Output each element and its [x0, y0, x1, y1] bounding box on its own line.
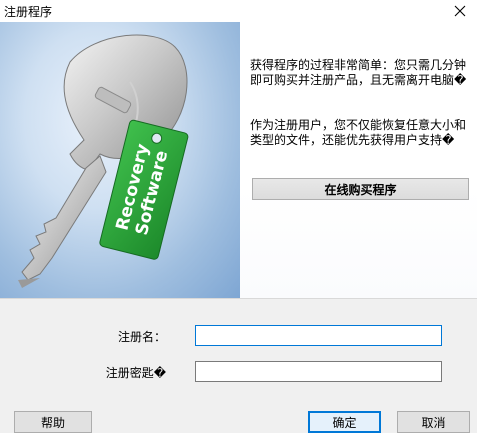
ok-button[interactable]: 确定: [308, 411, 381, 433]
registration-key-input[interactable]: [195, 361, 442, 382]
title-bar: 注册程序: [0, 0, 477, 22]
close-icon: [454, 5, 466, 17]
help-button[interactable]: 帮助: [14, 411, 92, 433]
registration-name-input[interactable]: [195, 325, 442, 346]
key-label: 注册密匙�: [105, 366, 166, 380]
header-panel: Recovery Software 获得程序的过程非常简单：您只需几分钟 即可购…: [0, 22, 477, 298]
name-label: 注册名：: [117, 330, 166, 344]
info-line: 类型的文件，还能优先获得用户支持�: [250, 133, 455, 147]
info-paragraph-2: 作为注册用户，您不仅能恢复任意大小和 类型的文件，还能优先获得用户支持�: [250, 118, 475, 148]
info-line: 获得程序的过程非常简单：您只需几分钟: [250, 58, 467, 72]
registration-panel: 注册名： 注册密匙� 帮助 确定 取消: [0, 299, 477, 433]
info-line: 即可购买并注册产品，且无需离开电脑�: [250, 73, 467, 87]
buy-online-button[interactable]: 在线购买程序: [252, 178, 469, 200]
info-paragraph-1: 获得程序的过程非常简单：您只需几分钟 即可购买并注册产品，且无需离开电脑�: [250, 58, 475, 88]
cancel-button[interactable]: 取消: [397, 411, 470, 433]
window-title: 注册程序: [4, 5, 53, 19]
close-button[interactable]: [443, 0, 477, 22]
key-illustration: Recovery Software: [0, 22, 240, 298]
info-line: 作为注册用户，您不仅能恢复任意大小和: [250, 118, 467, 132]
